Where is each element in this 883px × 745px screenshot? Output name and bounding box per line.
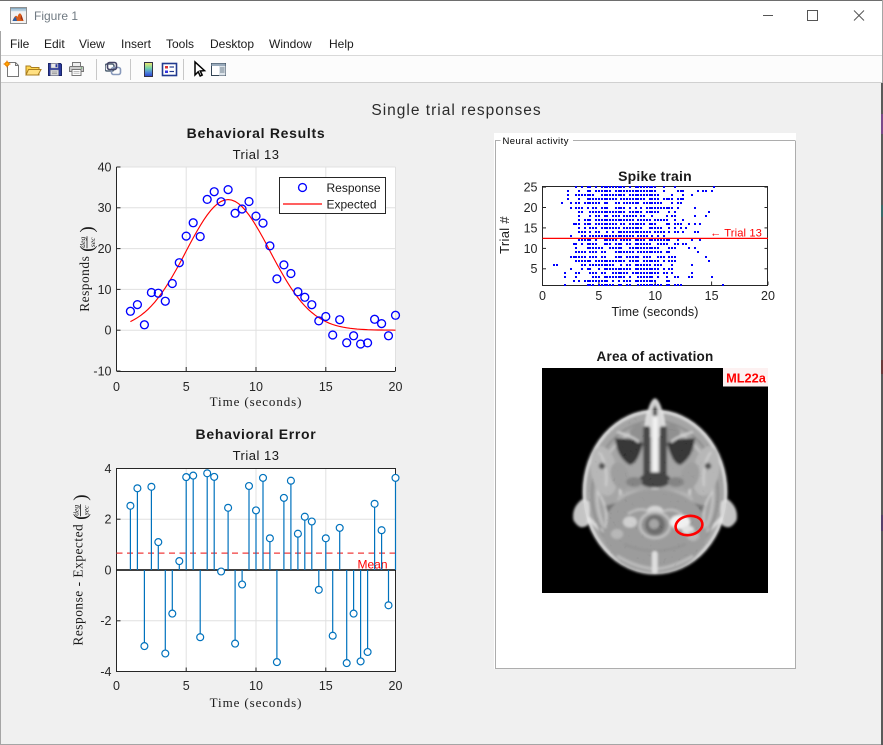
- svg-text:40: 40: [98, 160, 112, 174]
- svg-text:10: 10: [524, 242, 538, 256]
- svg-text:10: 10: [249, 679, 263, 693]
- svg-text:ML22a: ML22a: [726, 371, 767, 386]
- svg-text:20: 20: [389, 380, 403, 394]
- svg-text:10: 10: [249, 380, 263, 394]
- svg-text:0: 0: [113, 380, 120, 394]
- svg-text:Time (seconds): Time (seconds): [611, 305, 698, 319]
- svg-text:0: 0: [105, 324, 112, 338]
- svg-text:Trial 13: Trial 13: [233, 147, 280, 162]
- svg-text:← Trial 13: ← Trial 13: [710, 228, 762, 240]
- svg-text:Time (seconds): Time (seconds): [210, 695, 303, 710]
- svg-text:15: 15: [319, 679, 333, 693]
- svg-text:0: 0: [105, 563, 112, 577]
- svg-text:Time (seconds): Time (seconds): [210, 394, 303, 409]
- svg-text:Spike train: Spike train: [618, 168, 692, 184]
- svg-text:-2: -2: [100, 614, 111, 628]
- svg-text:Trial #: Trial #: [497, 216, 512, 254]
- svg-text:Behavioral Results: Behavioral Results: [187, 125, 326, 141]
- svg-text:20: 20: [524, 201, 538, 215]
- svg-text:): ): [77, 226, 98, 232]
- svg-text:-4: -4: [100, 665, 111, 679]
- svg-text:Behavioral Error: Behavioral Error: [196, 426, 317, 442]
- svg-text:Neural activity: Neural activity: [503, 136, 569, 147]
- svg-text:15: 15: [705, 289, 719, 303]
- svg-text:deg: deg: [72, 505, 81, 516]
- svg-text:sec: sec: [88, 237, 97, 247]
- svg-text:15: 15: [524, 221, 538, 235]
- svg-text:5: 5: [595, 289, 602, 303]
- svg-text:0: 0: [539, 289, 546, 303]
- svg-text:20: 20: [761, 289, 775, 303]
- svg-text:): ): [71, 494, 92, 500]
- svg-text:10: 10: [98, 283, 112, 297]
- svg-text:4: 4: [105, 462, 112, 476]
- svg-text:10: 10: [648, 289, 662, 303]
- svg-text:Expected: Expected: [327, 198, 377, 212]
- svg-text:25: 25: [524, 181, 538, 195]
- svg-text:sec: sec: [81, 505, 90, 515]
- svg-text:2: 2: [105, 513, 112, 527]
- svg-text:Area of activation: Area of activation: [597, 349, 714, 364]
- svg-text:deg: deg: [78, 237, 87, 248]
- svg-text:5: 5: [531, 262, 538, 276]
- svg-text:Response: Response: [327, 181, 381, 195]
- svg-text:30: 30: [98, 201, 112, 215]
- svg-text:Single trial responses: Single trial responses: [371, 102, 541, 119]
- svg-text:0: 0: [113, 679, 120, 693]
- svg-text:Responds: Responds: [77, 256, 92, 312]
- svg-text:5: 5: [183, 679, 190, 693]
- svg-text:Trial 13: Trial 13: [233, 448, 280, 463]
- svg-text:20: 20: [389, 679, 403, 693]
- svg-text:Mean: Mean: [357, 558, 387, 572]
- svg-text:5: 5: [183, 380, 190, 394]
- svg-text:15: 15: [319, 380, 333, 394]
- svg-text:-10: -10: [93, 364, 111, 378]
- svg-text:Response - Expected: Response - Expected: [71, 524, 86, 646]
- svg-text:20: 20: [98, 242, 112, 256]
